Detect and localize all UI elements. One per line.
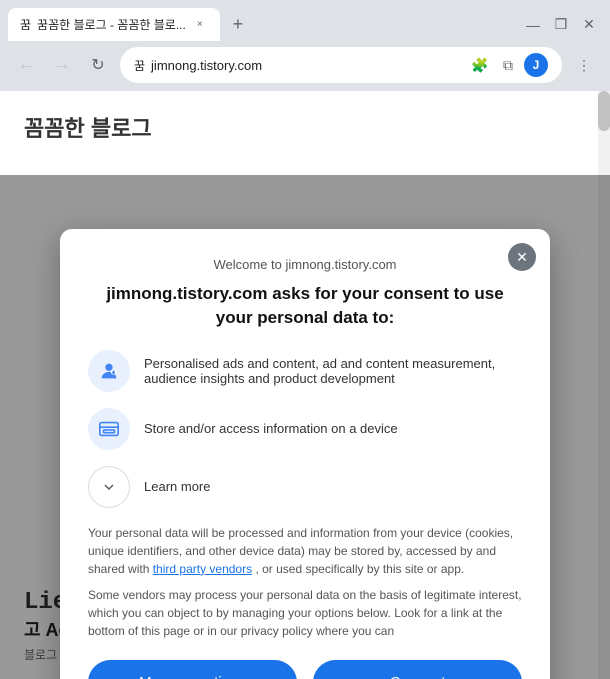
consent-icon-device <box>88 408 130 450</box>
page-title: 꼼꼼한 블로그 <box>24 111 586 143</box>
new-tab-button[interactable]: + <box>224 11 252 39</box>
back-button[interactable]: ← <box>12 51 40 79</box>
scrollbar-thumb[interactable] <box>598 91 610 131</box>
learn-more-label[interactable]: Learn more <box>144 479 210 494</box>
maximize-button[interactable]: ❒ <box>548 12 574 38</box>
manage-options-button[interactable]: Manage options <box>88 660 297 679</box>
learn-more-icon[interactable] <box>88 466 130 508</box>
consent-icon-person <box>88 350 130 392</box>
browser-chrome: 꿈 꿈꼼한 블로그 - 꼼꼼한 블로... × + — ❒ ✕ ← → ↻ 꿈 … <box>0 0 610 91</box>
profile-icon[interactable]: J <box>524 53 548 77</box>
modal-title: jimnong.tistory.com asks for your consen… <box>88 282 522 330</box>
modal-body-paragraph-1: Your personal data will be processed and… <box>88 524 522 578</box>
modal-overlay: ✕ Welcome to jimnong.tistory.com jimnong… <box>0 175 610 679</box>
split-tab-icon[interactable]: ⧉ <box>496 53 520 77</box>
extensions-icon[interactable]: 🧩 <box>468 53 492 77</box>
tab-bar: 꿈 꿈꼼한 블로그 - 꼼꼼한 블로... × + — ❒ ✕ <box>0 0 610 41</box>
page-content: 꼼꼼한 블로그 Lient="ca 고 AdFit 노출 방법 없을까? 블로그… <box>0 91 610 679</box>
consent-item-text-store: Store and/or access information on a dev… <box>144 421 398 436</box>
omnibox-icons: 🧩 ⧉ J <box>468 53 548 77</box>
consent-item-store: Store and/or access information on a dev… <box>88 408 522 450</box>
omnibox[interactable]: 꿈 jimnong.tistory.com 🧩 ⧉ J <box>120 47 562 83</box>
active-tab[interactable]: 꿈 꿈꼼한 블로그 - 꼼꼼한 블로... × <box>8 8 220 41</box>
modal-body-paragraph-2: Some vendors may process your personal d… <box>88 586 522 640</box>
tab-close-button[interactable]: × <box>192 17 208 33</box>
consent-button[interactable]: Consent <box>313 660 522 679</box>
minimize-button[interactable]: — <box>520 12 546 38</box>
forward-button[interactable]: → <box>48 51 76 79</box>
modal-buttons: Manage options Consent <box>88 660 522 679</box>
omnibox-favicon: 꿈 <box>134 57 145 74</box>
tab-label: 꿈꼼한 블로그 - 꼼꼼한 블로... <box>37 16 186 33</box>
chrome-menu-button[interactable]: ⋮ <box>570 51 598 79</box>
third-party-link[interactable]: third party vendors <box>153 562 252 576</box>
modal-close-button[interactable]: ✕ <box>508 243 536 271</box>
reload-button[interactable]: ↻ <box>84 51 112 79</box>
consent-item-ads: Personalised ads and content, ad and con… <box>88 350 522 392</box>
modal-subtitle: Welcome to jimnong.tistory.com <box>88 257 522 272</box>
window-controls: — ❒ ✕ <box>520 12 602 38</box>
omnibox-url: jimnong.tistory.com <box>151 58 462 73</box>
learn-more-item[interactable]: Learn more <box>88 466 522 508</box>
address-bar: ← → ↻ 꿈 jimnong.tistory.com 🧩 ⧉ J ⋮ <box>0 41 610 91</box>
consent-item-text-ads: Personalised ads and content, ad and con… <box>144 356 522 386</box>
consent-modal: ✕ Welcome to jimnong.tistory.com jimnong… <box>60 229 550 679</box>
tab-favicon: 꿈 <box>20 16 31 33</box>
close-window-button[interactable]: ✕ <box>576 12 602 38</box>
